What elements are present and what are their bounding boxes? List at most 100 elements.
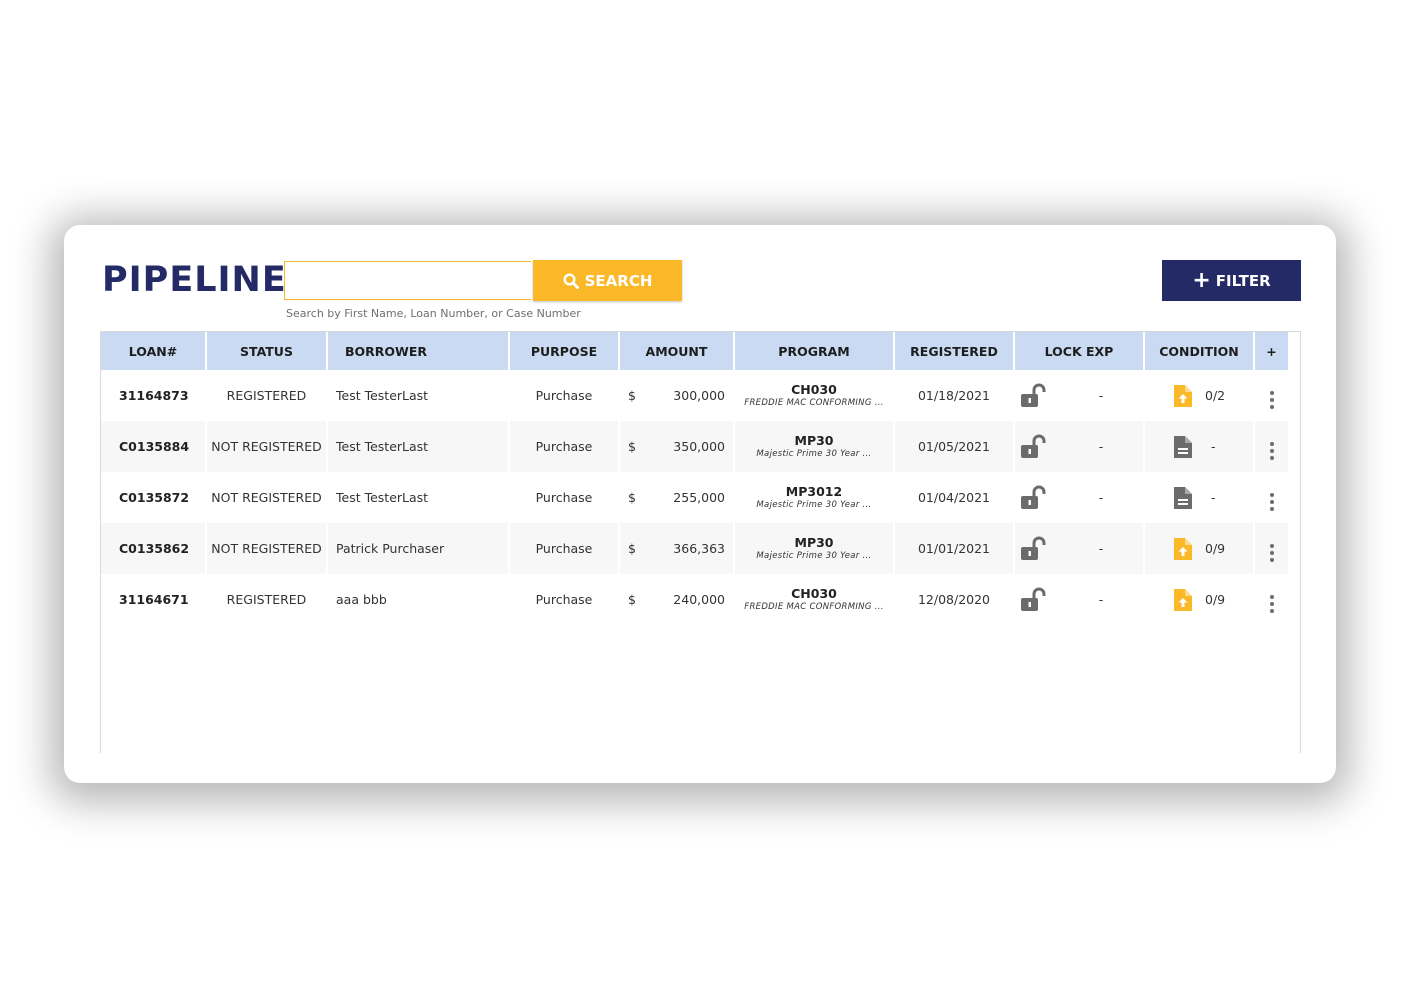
condition-cell: 0/9 xyxy=(1144,574,1255,625)
amount-cell: $255,000 xyxy=(619,472,735,523)
filter-button-label: FILTER xyxy=(1215,271,1271,290)
program-code: MP30 xyxy=(794,433,834,448)
column-header-registered[interactable]: REGISTERED xyxy=(894,332,1015,370)
table-row[interactable]: C0135884 NOT REGISTERED Test TesterLast Pur… xyxy=(101,421,1290,472)
pipeline-table: LOAN# STATUS BORROWER PURPOSE AMOUNT PRO… xyxy=(100,331,1301,753)
plus-icon: + xyxy=(1192,267,1211,293)
table-row[interactable]: 31164671 REGISTERED aaa bbb Purchase $240,00… xyxy=(101,574,1290,625)
column-header-amount[interactable]: AMOUNT xyxy=(619,332,735,370)
program-cell: MP3012 Majestic Prime 30 Year ... xyxy=(734,472,895,523)
loan-number[interactable]: C0135872 xyxy=(101,472,207,523)
program-cell: CH030 FREDDIE MAC CONFORMING ... xyxy=(734,574,895,625)
condition-value: 0/9 xyxy=(1205,592,1226,607)
table-body: 31164873 REGISTERED Test TesterLast Purchas… xyxy=(101,370,1290,625)
file-upload-icon[interactable] xyxy=(1173,384,1193,408)
loan-number[interactable]: 31164671 xyxy=(101,574,207,625)
status-text: NOT REGISTERED xyxy=(206,472,328,523)
page-title: PIPELINE xyxy=(102,260,287,300)
search-hint: Search by First Name, Loan Number, or Ca… xyxy=(286,307,581,320)
amount-cell: $240,000 xyxy=(619,574,735,625)
column-header-purpose[interactable]: PURPOSE xyxy=(509,332,620,370)
lock-exp-value: - xyxy=(1098,541,1104,556)
status-text: REGISTERED xyxy=(206,370,328,421)
add-column-button[interactable]: + xyxy=(1254,332,1290,370)
amount-cell: $350,000 xyxy=(619,421,735,472)
search-button[interactable]: SEARCH xyxy=(533,260,682,301)
search-button-label: SEARCH xyxy=(584,271,653,290)
lock-exp-value: - xyxy=(1098,592,1104,607)
table-row[interactable]: C0135872 NOT REGISTERED Test TesterLast Pur… xyxy=(101,472,1290,523)
program-name: Majestic Prime 30 Year ... xyxy=(756,449,872,459)
amount-cell: $366,363 xyxy=(619,523,735,574)
more-vertical-icon[interactable] xyxy=(1269,594,1274,613)
borrower-name: Patrick Purchaser xyxy=(327,523,510,574)
filter-button[interactable]: + FILTER xyxy=(1162,260,1301,301)
program-cell: CH030 FREDDIE MAC CONFORMING ... xyxy=(734,370,895,421)
condition-cell: 0/2 xyxy=(1144,370,1255,421)
row-actions-cell xyxy=(1254,472,1290,523)
lock-exp-cell: - xyxy=(1014,523,1145,574)
program-code: MP30 xyxy=(794,535,834,550)
program-name: FREDDIE MAC CONFORMING ... xyxy=(744,398,884,408)
file-icon[interactable] xyxy=(1173,435,1193,459)
loan-number[interactable]: 31164873 xyxy=(101,370,207,421)
file-upload-icon[interactable] xyxy=(1173,588,1193,612)
lock-exp-value: - xyxy=(1098,439,1104,454)
currency-symbol: $ xyxy=(628,490,636,505)
condition-value: - xyxy=(1211,439,1216,454)
condition-cell: 0/9 xyxy=(1144,523,1255,574)
more-vertical-icon[interactable] xyxy=(1269,390,1274,409)
lock-exp-cell: - xyxy=(1014,370,1145,421)
column-header-condition[interactable]: CONDITION xyxy=(1144,332,1255,370)
lock-exp-value: - xyxy=(1098,490,1104,505)
borrower-name: aaa bbb xyxy=(327,574,510,625)
more-vertical-icon[interactable] xyxy=(1269,543,1274,562)
status-text: REGISTERED xyxy=(206,574,328,625)
amount-value: 300,000 xyxy=(673,388,725,403)
column-header-borrower[interactable]: BORROWER xyxy=(327,332,510,370)
lock-exp-cell: - xyxy=(1014,421,1145,472)
purpose-text: Purchase xyxy=(509,574,620,625)
condition-value: 0/9 xyxy=(1205,541,1226,556)
search-input[interactable] xyxy=(284,261,531,300)
status-text: NOT REGISTERED xyxy=(206,421,328,472)
unlock-icon[interactable] xyxy=(1019,434,1047,460)
condition-cell: - xyxy=(1144,472,1255,523)
currency-symbol: $ xyxy=(628,541,636,556)
search-icon xyxy=(563,272,579,289)
column-header-program[interactable]: PROGRAM xyxy=(734,332,895,370)
program-code: CH030 xyxy=(791,382,837,397)
more-vertical-icon[interactable] xyxy=(1269,441,1274,460)
currency-symbol: $ xyxy=(628,592,636,607)
unlock-icon[interactable] xyxy=(1019,536,1047,562)
program-cell: MP30 Majestic Prime 30 Year ... xyxy=(734,523,895,574)
condition-value: - xyxy=(1211,490,1216,505)
more-vertical-icon[interactable] xyxy=(1269,492,1274,511)
table-header-row: LOAN# STATUS BORROWER PURPOSE AMOUNT PRO… xyxy=(101,332,1290,370)
registered-date: 01/01/2021 xyxy=(894,523,1015,574)
file-upload-icon[interactable] xyxy=(1173,537,1193,561)
row-actions-cell xyxy=(1254,421,1290,472)
column-header-lock-exp[interactable]: LOCK EXP xyxy=(1014,332,1145,370)
loan-number[interactable]: C0135862 xyxy=(101,523,207,574)
program-code: MP3012 xyxy=(785,484,843,499)
unlock-icon[interactable] xyxy=(1019,587,1047,613)
borrower-name: Test TesterLast xyxy=(327,472,510,523)
table-row[interactable]: C0135862 NOT REGISTERED Patrick Purchaser P… xyxy=(101,523,1290,574)
table-row[interactable]: 31164873 REGISTERED Test TesterLast Purchas… xyxy=(101,370,1290,421)
program-name: Majestic Prime 30 Year ... xyxy=(756,551,872,561)
column-header-loan[interactable]: LOAN# xyxy=(101,332,207,370)
registered-date: 12/08/2020 xyxy=(894,574,1015,625)
currency-symbol: $ xyxy=(628,439,636,454)
purpose-text: Purchase xyxy=(509,472,620,523)
condition-cell: - xyxy=(1144,421,1255,472)
pipeline-card: PIPELINE SEARCH Search by First Name, Lo… xyxy=(64,225,1336,783)
unlock-icon[interactable] xyxy=(1019,383,1047,409)
loan-number[interactable]: C0135884 xyxy=(101,421,207,472)
column-header-status[interactable]: STATUS xyxy=(206,332,328,370)
unlock-icon[interactable] xyxy=(1019,485,1047,511)
lock-exp-cell: - xyxy=(1014,574,1145,625)
borrower-name: Test TesterLast xyxy=(327,421,510,472)
file-icon[interactable] xyxy=(1173,486,1193,510)
amount-value: 366,363 xyxy=(673,541,725,556)
